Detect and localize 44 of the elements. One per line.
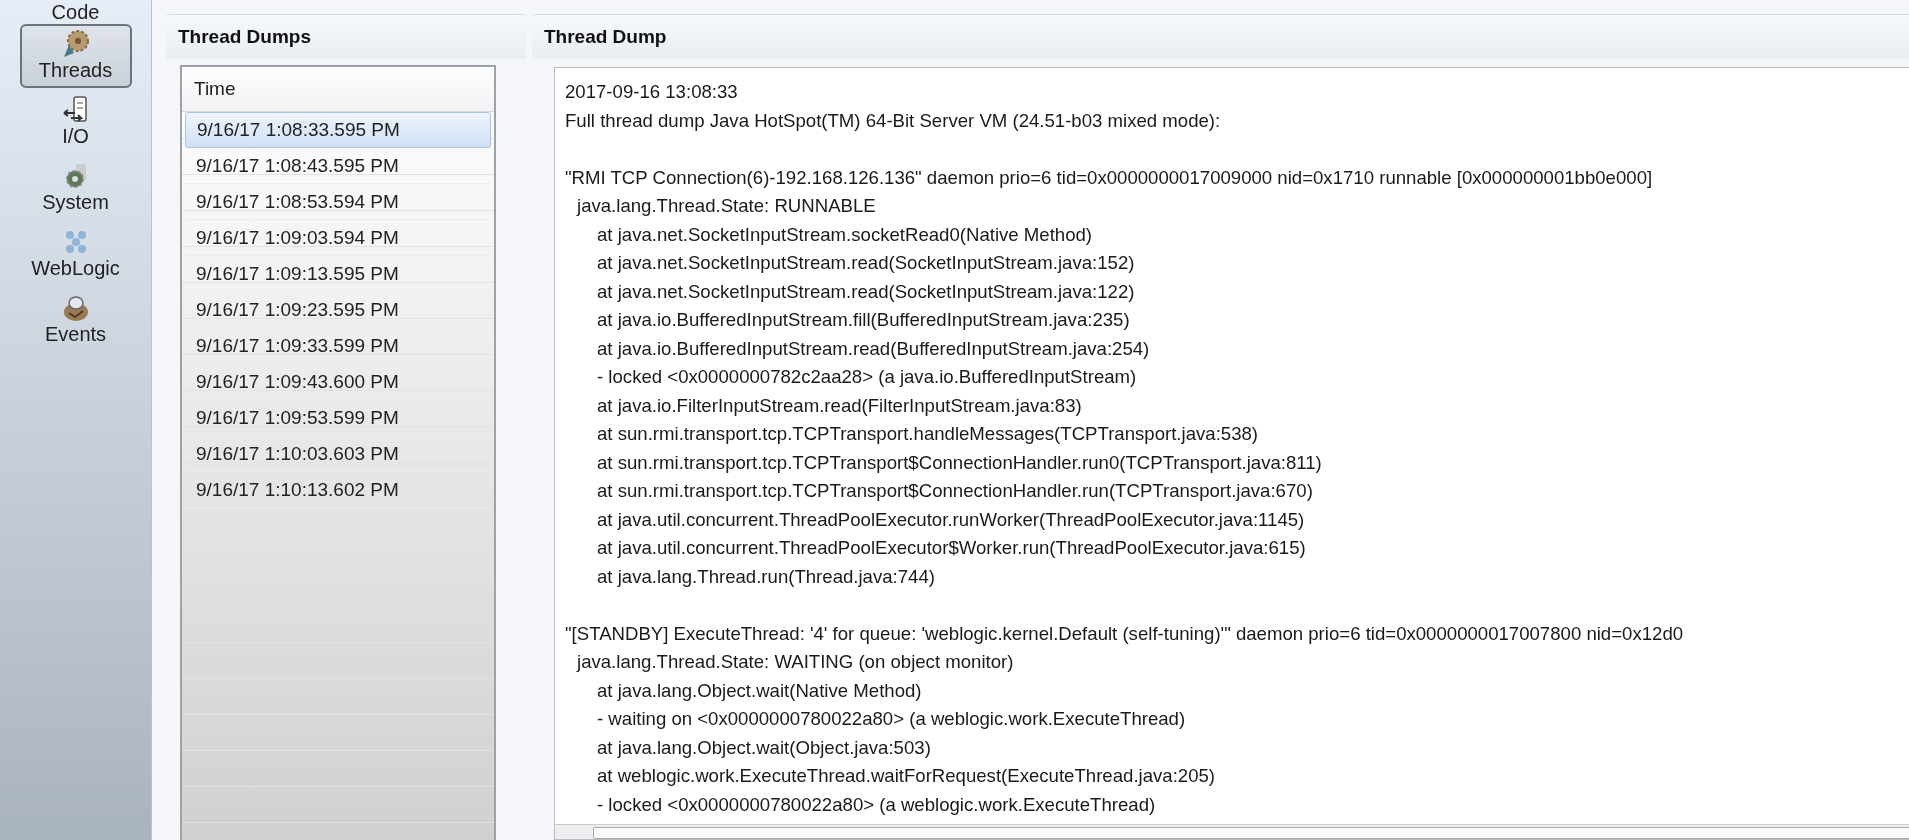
dump-line: at java.io.BufferedInputStream.fill(BufferedInputStream.java:235): [597, 308, 1130, 332]
dump-line: at sun.rmi.transport.tcp.TCPTransport$ConnectionHandler.run0(TCPTransport.java:811): [597, 450, 1322, 475]
sidebar-item[interactable]: Events: [19, 288, 132, 352]
list-row[interactable]: 9/16/17 1:10:13.602 PM: [185, 472, 491, 508]
list-row[interactable]: 9/16/17 1:09:33.599 PM: [185, 328, 491, 364]
dump-line: "[STANDBY] ExecuteThread: '4' for queue: 'weblogic.kernel.Default (self-tuning)'" daemon prio=6 tid=0x0000000017007800 nid=0x12d0: [565, 621, 1684, 646]
dump-line: at java.lang.Thread.run(Thread.java:744): [597, 564, 935, 589]
dump-line: at java.io.BufferedInputStream.read(BufferedInputStream.java:254): [597, 336, 1150, 361]
dump-line: 2017-09-16 13:08:33: [565, 80, 738, 104]
dump-line: Full thread dump Java HotSpot(TM) 64-Bit Server VM (24.51-b03 mixed mode):: [565, 108, 1221, 133]
dump-line: java.lang.Thread.State: WAITING (on object monitor): [577, 650, 1014, 674]
dump-line: at java.net.SocketInputStream.read(SocketInputStream.java:152): [597, 251, 1135, 275]
dump-line: at java.lang.Object.wait(Object.java:503): [597, 735, 931, 760]
dump-line: at java.util.concurrent.ThreadPoolExecutor.runWorker(ThreadPoolExecutor.java:1145): [597, 507, 1305, 532]
dump-line: at sun.rmi.transport.tcp.TCPTransport$ConnectionHandler.run(TCPTransport.java:670): [597, 479, 1313, 503]
list-row[interactable]: 9/16/17 1:09:03.594 PM: [185, 220, 491, 256]
sidebar-item[interactable]: WebLogic: [19, 222, 132, 286]
panel-title: Thread Dumps: [166, 14, 526, 59]
list-row[interactable]: 9/16/17 1:08:33.595 PM: [185, 112, 491, 148]
horizontal-scrollbar[interactable]: [555, 824, 1909, 839]
panel-title: Thread Dump: [532, 14, 1909, 59]
list-row[interactable]: 9/16/17 1:08:43.595 PM: [185, 148, 491, 184]
sidebar-item[interactable]: Code: [19, 0, 132, 24]
dump-line: - waiting on <0x0000000780022a80> (a weblogic.work.ExecuteThread): [597, 707, 1186, 731]
dump-line: - locked <0x0000000782c2aa28> (a java.io.BufferedInputStream): [597, 365, 1137, 389]
dump-line: "RMI TCP Connection(6)-192.168.126.136" daemon prio=6 tid=0x0000000017009000 nid=0x1710 runnable [0x000000001bb0e000]: [565, 165, 1653, 190]
sidebar-item[interactable]: System: [19, 156, 132, 220]
list-row[interactable]: 9/16/17 1:08:53.594 PM: [185, 184, 491, 220]
dump-line: java.lang.Thread.State: RUNNABLE: [577, 194, 876, 218]
list-row[interactable]: 9/16/17 1:09:13.595 PM: [185, 256, 491, 292]
list-row[interactable]: 9/16/17 1:10:03.603 PM: [185, 436, 491, 472]
dump-line: at weblogic.work.ExecuteThread.waitForRequest(ExecuteThread.java:205): [597, 764, 1216, 788]
dump-line: at java.lang.Object.wait(Native Method): [597, 678, 922, 703]
sidebar-item[interactable]: I/O: [19, 90, 132, 154]
dump-line: at sun.rmi.transport.tcp.TCPTransport.handleMessages(TCPTransport.java:538): [597, 422, 1259, 446]
list-row[interactable]: 9/16/17 1:09:23.595 PM: [185, 292, 491, 328]
dump-line: at java.net.SocketInputStream.socketRead0(Native Method): [597, 222, 1093, 247]
list-row[interactable]: 9/16/17 1:09:53.599 PM: [185, 400, 491, 436]
sidebar-item[interactable]: Threads: [19, 24, 132, 88]
dump-line: at java.io.FilterInputStream.read(FilterInputStream.java:83): [597, 393, 1082, 418]
dump-line: - locked <0x0000000780022a80> (a weblogic.work.ExecuteThread): [597, 792, 1156, 817]
dump-line: at java.net.SocketInputStream.read(SocketInputStream.java:122): [597, 279, 1135, 304]
dump-line: at java.util.concurrent.ThreadPoolExecutor$Worker.run(ThreadPoolExecutor.java:615): [597, 536, 1306, 560]
list-row[interactable]: 9/16/17 1:09:43.600 PM: [185, 364, 491, 400]
